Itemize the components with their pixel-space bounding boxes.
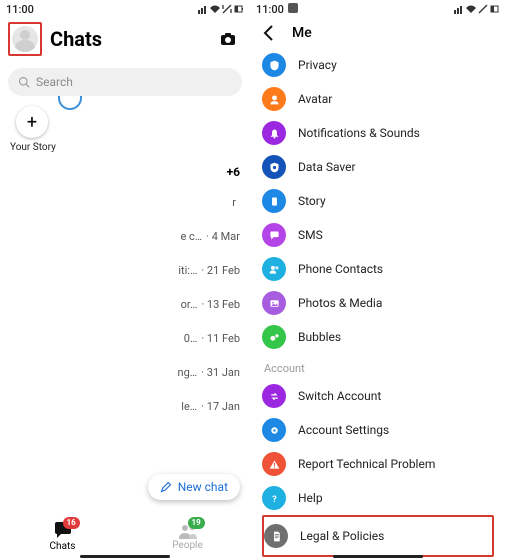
settings-list: Privacy Avatar Notifications & Sounds Da… xyxy=(250,48,506,557)
legal-policies-highlight: Legal & Policies xyxy=(262,515,494,557)
battery-icon xyxy=(490,4,500,14)
status-bar: 11:00 xyxy=(0,0,250,18)
bottom-nav: 16 Chats 19 People xyxy=(0,512,250,560)
document-icon xyxy=(264,524,288,548)
chats-header: Chats xyxy=(0,18,250,64)
setting-phone-contacts[interactable]: Phone Contacts xyxy=(262,252,494,286)
search-input[interactable]: Search xyxy=(8,68,242,96)
chat-row[interactable]: or… · 13 Feb xyxy=(10,287,240,321)
account-section-label: Account xyxy=(262,354,494,379)
overflow-count: +6 xyxy=(0,159,250,181)
setting-report-problem[interactable]: Report Technical Problem xyxy=(262,447,494,481)
profile-avatar-highlight xyxy=(8,22,42,56)
right-screen: 11:00 Me Privacy Avatar Notifications & … xyxy=(250,0,506,560)
status-time: 11:00 xyxy=(256,3,284,16)
status-icons xyxy=(454,4,500,14)
chat-row[interactable]: r xyxy=(10,185,240,219)
status-icons xyxy=(198,4,244,14)
nav-chats-label: Chats xyxy=(50,541,76,552)
signal-icon xyxy=(454,4,464,14)
people-badge: 19 xyxy=(188,517,205,529)
setting-account-settings[interactable]: Account Settings xyxy=(262,413,494,447)
profile-avatar[interactable] xyxy=(12,26,38,52)
help-icon: ? xyxy=(262,486,286,510)
page-title: Me xyxy=(292,25,312,41)
privacy-icon xyxy=(262,53,286,77)
home-indicator xyxy=(80,555,170,558)
nav-people-label: People xyxy=(172,540,203,551)
chats-badge: 16 xyxy=(63,517,80,529)
chat-row[interactable]: iti:… · 21 Feb xyxy=(10,253,240,287)
shield-icon xyxy=(262,155,286,179)
status-bar: 11:00 xyxy=(250,0,506,18)
setting-sms[interactable]: SMS xyxy=(262,218,494,252)
chat-row[interactable]: ng… · 31 Jan xyxy=(10,355,240,389)
me-header: Me xyxy=(250,18,506,48)
camera-button[interactable] xyxy=(214,25,242,53)
your-story-label: Your Story xyxy=(10,142,240,153)
left-screen: 11:00 Chats Search + Your Story +6 r e c… xyxy=(0,0,250,560)
battery-icon xyxy=(234,4,244,14)
add-story-button[interactable]: + xyxy=(16,106,48,138)
setting-avatar[interactable]: Avatar xyxy=(262,82,494,116)
search-placeholder: Search xyxy=(36,75,73,89)
contacts-icon xyxy=(262,257,286,281)
signal-icon xyxy=(198,4,208,14)
setting-data-saver[interactable]: Data Saver xyxy=(262,150,494,184)
back-arrow-icon[interactable] xyxy=(260,24,278,42)
setting-help[interactable]: ? Help xyxy=(262,481,494,515)
home-indicator xyxy=(333,555,423,558)
chat-row[interactable]: 0… · 11 Feb xyxy=(10,321,240,355)
wifi-icon xyxy=(466,4,476,14)
new-chat-button[interactable]: New chat xyxy=(148,474,240,500)
setting-photos-media[interactable]: Photos & Media xyxy=(262,286,494,320)
chat-list: r e c… · 4 Mar iti:… · 21 Feb or… · 13 F… xyxy=(0,181,250,423)
setting-story[interactable]: Story xyxy=(262,184,494,218)
warning-icon xyxy=(262,452,286,476)
bell-icon xyxy=(262,121,286,145)
setting-legal-policies[interactable]: Legal & Policies xyxy=(264,519,492,553)
your-story[interactable]: + Your Story xyxy=(0,100,250,159)
new-chat-label: New chat xyxy=(178,480,228,494)
data-icon xyxy=(478,4,488,14)
image-icon xyxy=(262,291,286,315)
nav-chats[interactable]: 16 Chats xyxy=(0,513,125,560)
sms-icon xyxy=(262,223,286,247)
svg-text:?: ? xyxy=(272,494,277,504)
setting-notifications[interactable]: Notifications & Sounds xyxy=(262,116,494,150)
data-icon xyxy=(222,4,232,14)
avatar-icon xyxy=(262,87,286,111)
switch-icon xyxy=(262,384,286,408)
nav-people[interactable]: 19 People xyxy=(125,513,250,560)
gear-icon xyxy=(262,418,286,442)
bubbles-icon xyxy=(262,325,286,349)
setting-privacy[interactable]: Privacy xyxy=(262,48,494,82)
setting-bubbles[interactable]: Bubbles xyxy=(262,320,494,354)
wifi-icon xyxy=(210,4,220,14)
setting-switch-account[interactable]: Switch Account xyxy=(262,379,494,413)
camera-icon xyxy=(218,29,238,49)
compose-icon xyxy=(160,481,172,493)
story-icon xyxy=(262,189,286,213)
app-icon xyxy=(288,3,298,13)
search-icon xyxy=(18,76,30,88)
chat-row[interactable]: le… · 17 Jan xyxy=(10,389,240,423)
status-time: 11:00 xyxy=(6,3,34,16)
page-title: Chats xyxy=(50,27,214,51)
chat-row[interactable]: e c… · 4 Mar xyxy=(10,219,240,253)
